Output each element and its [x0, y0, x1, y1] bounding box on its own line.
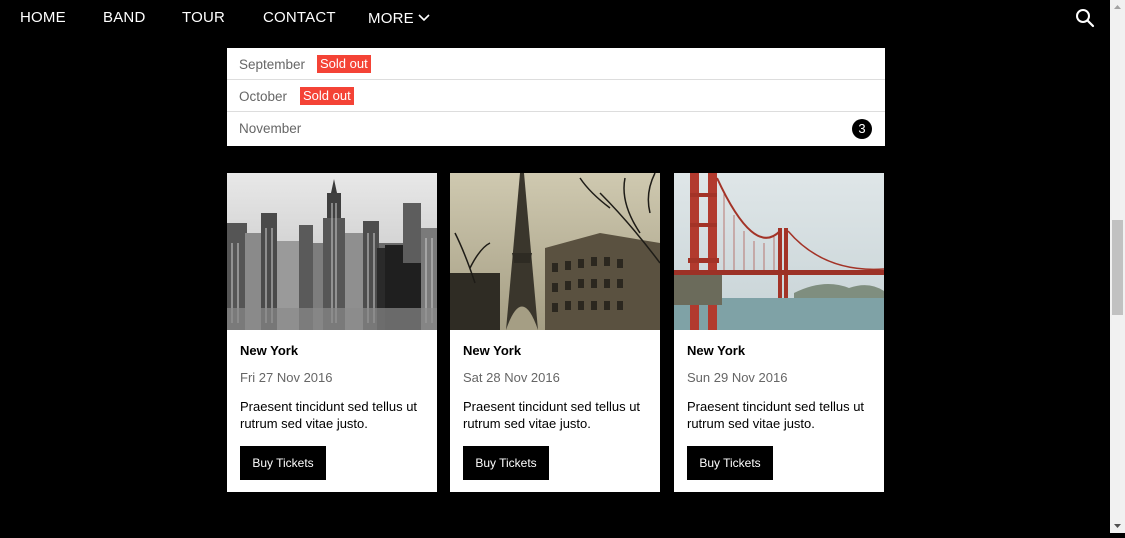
- page-scrollbar[interactable]: [1110, 0, 1125, 533]
- card-date: Sat 28 Nov 2016: [463, 370, 560, 385]
- card-title: New York: [687, 343, 746, 358]
- card-description: Praesent tincidunt sed tellus ut rutrum …: [463, 399, 641, 431]
- sold-out-badge: Sold out: [317, 55, 371, 73]
- card-date: Sun 29 Nov 2016: [687, 370, 788, 385]
- nav-tour[interactable]: TOUR: [182, 9, 225, 26]
- card-description: Praesent tincidunt sed tellus ut rutrum …: [240, 399, 418, 431]
- nav-home[interactable]: HOME: [20, 9, 66, 26]
- tour-card: New York Sat 28 Nov 2016 Praesent tincid…: [450, 173, 660, 492]
- scroll-up-arrow-icon[interactable]: [1110, 0, 1125, 15]
- city-skyline-image: [227, 173, 437, 330]
- nav-band[interactable]: BAND: [103, 9, 145, 26]
- nav-more-label: MORE: [368, 10, 414, 27]
- month-row-november[interactable]: November 3: [227, 112, 885, 146]
- scroll-down-arrow-icon[interactable]: [1110, 518, 1125, 533]
- card-title: New York: [463, 343, 522, 358]
- scrollbar-thumb[interactable]: [1112, 220, 1123, 315]
- nav-contact[interactable]: CONTACT: [263, 9, 336, 26]
- tour-card: New York Fri 27 Nov 2016 Praesent tincid…: [227, 173, 437, 492]
- tour-card: New York Sun 29 Nov 2016 Praesent tincid…: [674, 173, 884, 492]
- month-row-september[interactable]: September Sold out: [227, 48, 885, 80]
- ticket-count-badge: 3: [852, 119, 872, 139]
- sold-out-badge: Sold out: [300, 87, 354, 105]
- card-description: Praesent tincidunt sed tellus ut rutrum …: [687, 399, 865, 431]
- nav-more-dropdown[interactable]: MORE: [368, 9, 430, 27]
- chevron-down-icon: [418, 9, 430, 26]
- eiffel-tower-image: [450, 173, 660, 330]
- card-date: Fri 27 Nov 2016: [240, 370, 333, 385]
- top-navbar: HOME BAND TOUR CONTACT MORE: [0, 0, 1110, 34]
- month-row-october[interactable]: October Sold out: [227, 80, 885, 112]
- buy-tickets-button[interactable]: Buy Tickets: [687, 446, 773, 480]
- card-title: New York: [240, 343, 299, 358]
- buy-tickets-button[interactable]: Buy Tickets: [463, 446, 549, 480]
- month-name: September: [239, 57, 306, 72]
- golden-gate-bridge-image: [674, 173, 884, 330]
- tour-month-list: September Sold out October Sold out Nove…: [227, 48, 885, 146]
- month-name: October: [239, 89, 288, 104]
- month-name: November: [239, 121, 302, 136]
- search-icon: [1075, 9, 1095, 32]
- buy-tickets-button[interactable]: Buy Tickets: [240, 446, 326, 480]
- search-button[interactable]: [1075, 8, 1095, 28]
